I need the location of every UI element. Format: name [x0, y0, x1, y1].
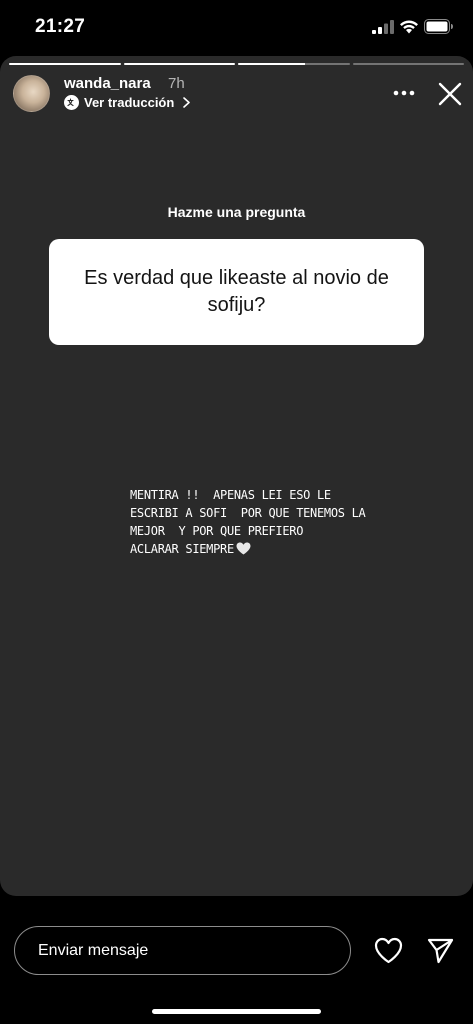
progress-segment — [9, 63, 121, 65]
see-translation-link[interactable]: Ver traducción — [64, 95, 191, 110]
battery-icon — [424, 19, 453, 34]
progress-segment — [123, 63, 235, 65]
question-text: Es verdad que likeaste al novio de sofij… — [84, 267, 389, 316]
status-time: 21:27 — [35, 16, 86, 37]
send-message-placeholder: Enviar mensaje — [38, 941, 149, 959]
story-caption: MENTIRA !! APENAS LEI ESO LE ESCRIBI A S… — [130, 486, 370, 558]
see-translation-label: Ver traducción — [84, 95, 175, 110]
cellular-signal-icon — [372, 20, 394, 34]
story-progress-bar — [9, 63, 464, 65]
question-sticker-label: Hazme una pregunta — [167, 204, 306, 220]
progress-segment — [352, 63, 464, 65]
heart-icon[interactable] — [374, 937, 403, 964]
close-icon[interactable] — [438, 82, 462, 106]
username[interactable]: wanda_nara — [64, 75, 151, 92]
chevron-right-icon — [183, 97, 191, 108]
wifi-icon — [400, 20, 418, 34]
send-message-input[interactable]: Enviar mensaje — [14, 926, 351, 975]
progress-segment-current — [238, 63, 350, 65]
white-heart-icon — [236, 542, 251, 555]
story-viewer[interactable]: wanda_nara 7h Ver traducción Hazme una p… — [0, 56, 473, 896]
status-bar: 21:27 — [0, 0, 473, 56]
more-icon[interactable] — [393, 89, 415, 97]
send-icon[interactable] — [427, 937, 454, 964]
avatar[interactable] — [13, 75, 50, 112]
post-time: 7h — [168, 75, 185, 92]
translate-icon — [64, 95, 79, 110]
question-sticker[interactable]: Es verdad que likeaste al novio de sofij… — [49, 239, 424, 345]
home-indicator[interactable] — [152, 1009, 321, 1014]
